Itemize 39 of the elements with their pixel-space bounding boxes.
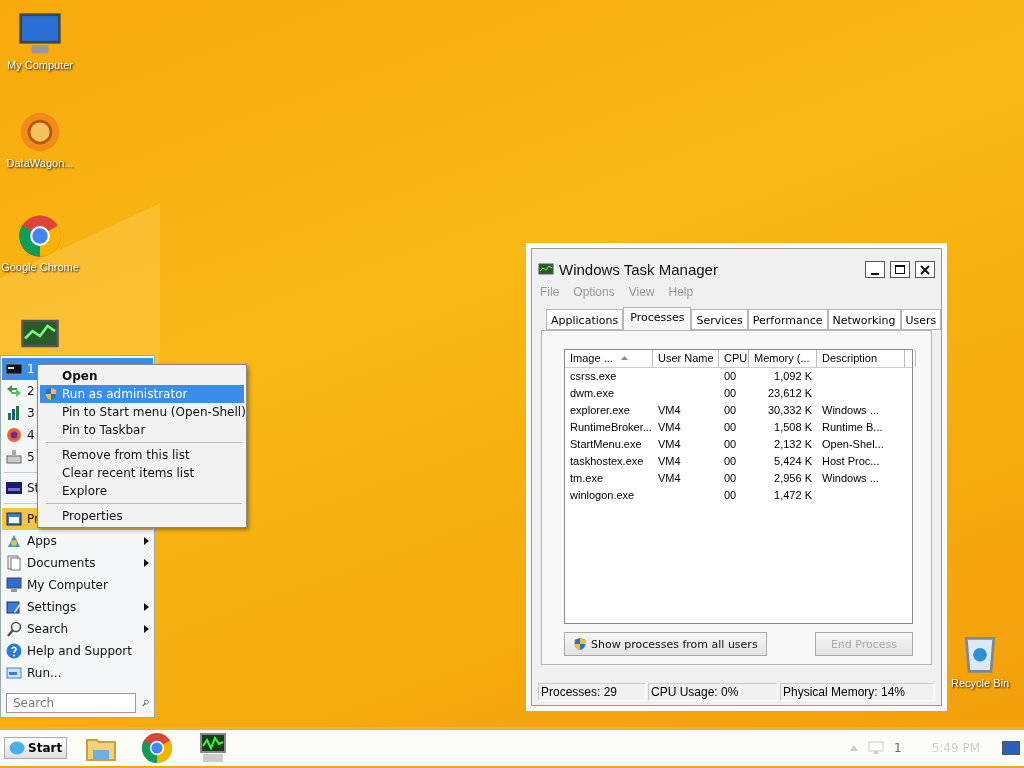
window-title: Windows Task Manager bbox=[559, 261, 719, 279]
table-cell-text: tm.exe bbox=[569, 470, 604, 486]
table-cell-text: VM4 bbox=[657, 419, 682, 435]
table-cell-text: 00 bbox=[723, 385, 738, 401]
table-cell-text: Windows ... bbox=[821, 402, 880, 418]
table-cell-text: 5,424 K bbox=[773, 453, 813, 469]
table-cell-text: csrss.exe bbox=[569, 368, 618, 384]
status-text: CPU Usage: 0% bbox=[648, 683, 778, 701]
table-cell-text: dwm.exe bbox=[569, 385, 616, 401]
status-text: Processes: 29 bbox=[538, 683, 646, 701]
table-cell-text: 00 bbox=[723, 487, 738, 503]
table-cell-text: 1,092 K bbox=[773, 368, 813, 384]
table-cell-text: VM4 bbox=[657, 470, 682, 486]
table-cell-text: 00 bbox=[723, 368, 738, 384]
table-cell-text: 00 bbox=[723, 419, 738, 435]
table-cell-text: 00 bbox=[723, 436, 738, 452]
table-cell-text: Runtime B... bbox=[821, 419, 884, 435]
table-cell-text: Host Proc... bbox=[821, 453, 881, 469]
table-cell-text: VM4 bbox=[657, 402, 682, 418]
table-cell-text: Windows ... bbox=[821, 470, 880, 486]
table-cell-text: winlogon.exe bbox=[569, 487, 636, 503]
table-cell-text: 00 bbox=[723, 470, 738, 486]
table-cell-text: StartMenu.exe bbox=[569, 436, 643, 452]
status-text: Physical Memory: 14% bbox=[780, 683, 935, 701]
table-cell-text: 00 bbox=[723, 402, 738, 418]
table-cell-text: taskhostex.exe bbox=[569, 453, 645, 469]
table-cell-text: explorer.exe bbox=[569, 402, 631, 418]
table-cell-text: 1,472 K bbox=[773, 487, 813, 503]
tray-text: 1 bbox=[894, 741, 902, 755]
table-cell-text: 30,332 K bbox=[766, 402, 813, 418]
table-cell-text: VM4 bbox=[657, 436, 682, 452]
table-cell-text: 2,132 K bbox=[773, 436, 813, 452]
table-cell-text: RuntimeBroker... bbox=[569, 419, 653, 435]
table-cell-text: 23,612 K bbox=[766, 385, 813, 401]
table-cell-text: 1,508 K bbox=[773, 419, 813, 435]
table-cell-text: 2,956 K bbox=[773, 470, 813, 486]
table-cell-text: Open-Shel... bbox=[821, 436, 885, 452]
table-cell-text: 00 bbox=[723, 453, 738, 469]
table-cell-text: VM4 bbox=[657, 453, 682, 469]
